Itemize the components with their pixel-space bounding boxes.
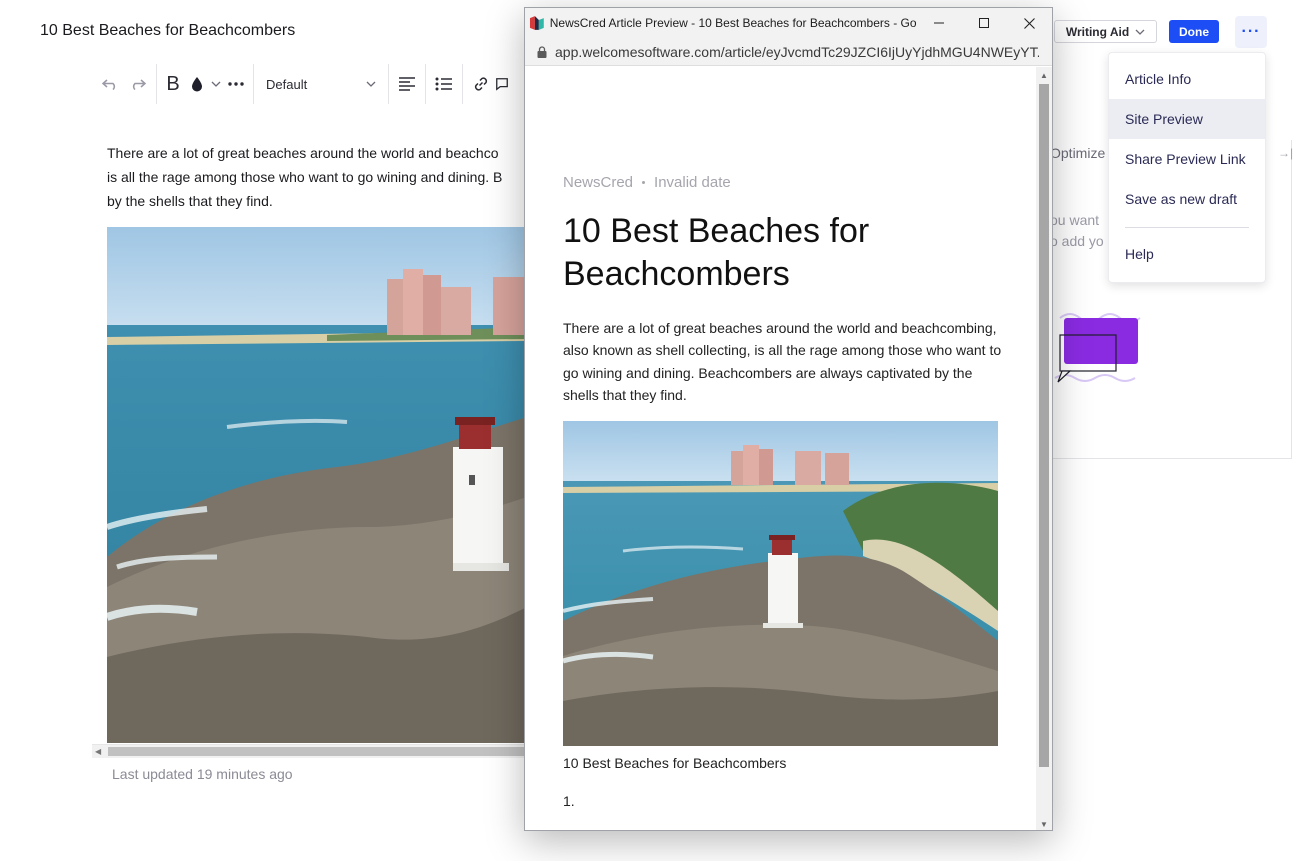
article-date: Invalid date — [654, 174, 731, 191]
done-button[interactable]: Done — [1169, 20, 1219, 43]
more-formatting-button[interactable] — [223, 70, 249, 98]
collapse-panel-icon[interactable]: →| — [1278, 146, 1293, 160]
menu-item-site-preview[interactable]: Site Preview — [1109, 99, 1265, 139]
ink-drop-icon — [192, 77, 202, 92]
menu-item-save-as-new-draft[interactable]: Save as new draft — [1109, 179, 1265, 219]
article-source: NewsCred — [563, 174, 634, 191]
page-title: 10 Best Beaches for Beachcombers — [40, 22, 296, 39]
more-horizontal-icon: ··· — [1241, 23, 1261, 40]
list-item-marker: 1. — [563, 793, 575, 809]
minimize-icon — [933, 22, 944, 24]
menu-item-share-preview-link[interactable]: Share Preview Link — [1109, 139, 1265, 179]
editor-body[interactable]: There are a lot of great beaches around … — [107, 141, 527, 213]
editor-article-image[interactable] — [107, 227, 527, 743]
article-title: 10 Best Beaches for Beachcombers — [563, 212, 870, 293]
link-icon — [474, 77, 488, 91]
align-left-icon — [399, 77, 415, 91]
writing-aid-label: Writing Aid — [1065, 24, 1130, 39]
link-button[interactable] — [467, 70, 495, 98]
undo-button[interactable] — [96, 70, 124, 98]
redo-button[interactable] — [124, 70, 152, 98]
article-body: There are a lot of great beaches around … — [563, 320, 1002, 403]
more-options-button[interactable]: ··· — [1235, 16, 1267, 48]
chat-bubble-icon — [1054, 313, 1141, 383]
comment-button[interactable] — [495, 70, 509, 98]
image-caption: 10 Best Beaches for Beachcombers — [563, 755, 787, 771]
scroll-left-arrow-icon[interactable]: ◀ — [95, 747, 101, 756]
window-titlebar[interactable]: NewsCred Article Preview - 10 Best Beach… — [525, 8, 1052, 38]
maximize-button[interactable] — [961, 8, 1006, 38]
comment-icon — [496, 78, 508, 91]
meta-separator — [642, 181, 646, 184]
paragraph-style-value: Default — [266, 76, 308, 92]
toolbar-divider — [462, 64, 463, 104]
side-panel-hint-line: ou want — [1050, 212, 1100, 228]
text-color-dropdown[interactable] — [209, 70, 223, 98]
align-button[interactable] — [393, 70, 421, 98]
close-button[interactable] — [1007, 8, 1052, 38]
toolbar-divider — [253, 64, 254, 104]
chevron-down-icon — [211, 81, 221, 87]
scrollbar-thumb[interactable] — [108, 747, 526, 756]
menu-item-help[interactable]: Help — [1109, 236, 1265, 272]
side-panel-hint-line: o add yo — [1050, 233, 1104, 249]
undo-icon — [101, 79, 116, 90]
menu-item-article-info[interactable]: Article Info — [1109, 59, 1265, 99]
minimize-button[interactable] — [916, 8, 961, 38]
scrollbar-thumb[interactable] — [1039, 84, 1049, 767]
last-updated-status: Last updated 19 minutes ago — [112, 766, 293, 782]
writing-aid-button[interactable]: Writing Aid — [1054, 20, 1157, 43]
preview-vertical-scrollbar[interactable]: ▲ ▼ — [1036, 67, 1052, 830]
toolbar-divider — [156, 64, 157, 104]
bullet-list-button[interactable] — [430, 70, 458, 98]
toolbar-divider — [425, 64, 426, 104]
close-icon — [1023, 17, 1035, 29]
scroll-up-arrow-icon[interactable]: ▲ — [1040, 71, 1048, 80]
article-image — [563, 421, 998, 746]
bold-button[interactable]: B — [161, 70, 185, 98]
editor-body-line: There are a lot of great beaches around … — [107, 145, 499, 161]
chevron-down-icon — [366, 81, 376, 87]
lighthouse-photo — [563, 421, 998, 746]
side-panel-hint: ou want o add yo — [1050, 210, 1104, 252]
text-color-button[interactable] — [185, 70, 209, 98]
editor-body-line: by the shells that they find. — [107, 193, 273, 209]
menu-divider — [1125, 227, 1249, 228]
toolbar-divider — [388, 64, 389, 104]
lighthouse-photo — [107, 227, 527, 743]
chevron-down-icon — [1135, 29, 1145, 35]
article-preview-window: NewsCred Article Preview - 10 Best Beach… — [524, 7, 1053, 831]
window-title: NewsCred Article Preview - 10 Best Beach… — [549, 16, 917, 30]
maximize-icon — [979, 18, 990, 28]
newscred-logo-icon — [529, 16, 544, 30]
more-options-menu: Article Info Site Preview Share Preview … — [1108, 52, 1266, 283]
tab-optimize[interactable]: Optimize — [1050, 145, 1105, 161]
editor-body-line: is all the rage among those who want to … — [107, 169, 503, 185]
bullet-list-icon — [435, 77, 452, 91]
scroll-down-arrow-icon[interactable]: ▼ — [1040, 820, 1048, 829]
lock-icon — [537, 45, 547, 58]
url-text[interactable]: app.welcomesoftware.com/article/eyJvcmdT… — [555, 44, 1039, 60]
article-meta: NewsCred Invalid date — [563, 174, 731, 191]
editor-toolbar: B Default — [96, 64, 526, 104]
editor-horizontal-scrollbar[interactable]: ◀ — [92, 744, 526, 758]
chat-bubble-illustration — [1050, 308, 1145, 388]
paragraph-style-select[interactable]: Default — [258, 70, 384, 98]
more-horizontal-icon — [228, 82, 244, 86]
address-bar[interactable]: app.welcomesoftware.com/article/eyJvcmdT… — [525, 38, 1052, 66]
preview-viewport: NewsCred Invalid date 10 Best Beaches fo… — [525, 67, 1052, 830]
redo-icon — [132, 79, 147, 90]
